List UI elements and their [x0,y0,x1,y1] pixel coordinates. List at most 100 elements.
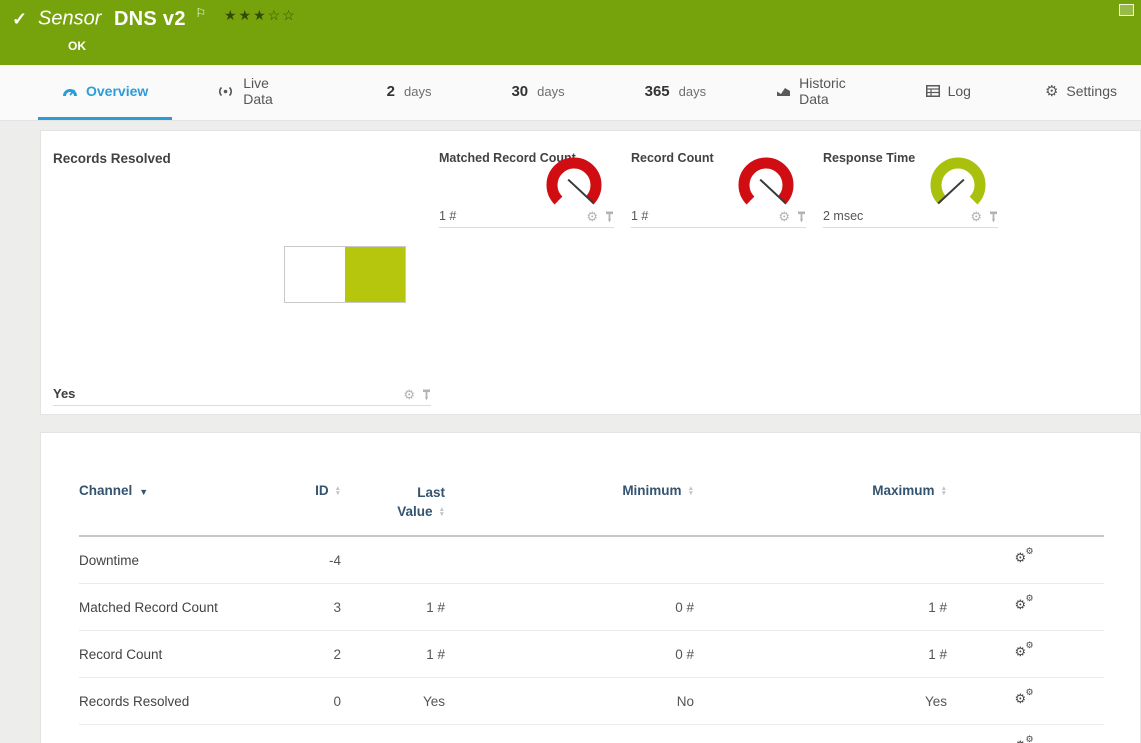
tab-2-days[interactable]: 2 days [363,65,456,120]
tab-historic-data[interactable]: Historic Data [752,65,879,120]
table-row-record-count: Record Count 2 1 # 0 # 1 # ⚙⚙ [79,631,1104,678]
gear-icon: ⚙ [1026,735,1034,743]
sort-icon[interactable]: ▲▼ [439,507,445,517]
pin-icon[interactable] [797,211,806,223]
table-row-matched-record-count: Matched Record Count 3 1 # 0 # 1 # ⚙⚙ [79,584,1104,631]
channel-settings-button[interactable]: ⚙⚙ [1015,738,1037,743]
live-signal-icon [216,85,235,98]
column-header-minimum[interactable]: Minimum▲▼ [445,477,694,536]
cell-id: -4 [279,536,341,584]
cell-id: 1 [279,725,341,743]
gauge-value: 1 # [439,209,456,223]
boolean-chart-fill [345,247,405,302]
tab-overview[interactable]: Overview [38,65,172,120]
cell-channel: Matched Record Count [79,584,279,631]
table-row-response-time: Response Time 1 2 msec 0 msec 237 msec ⚙… [79,725,1104,743]
column-header-settings [947,477,1104,536]
gear-icon[interactable]: ⚙ [778,211,790,223]
gauge-dial [734,155,798,215]
tab-live-data[interactable]: Live Data [192,65,306,120]
tab-label-number: 365 [645,83,670,100]
table-row-downtime: Downtime -4 ⚙⚙ [79,536,1104,584]
tab-settings[interactable]: ⚙ Settings [1021,65,1141,120]
app-header: ✓ Sensor DNS v2 ⚐ ★★★☆☆ OK [0,0,1141,65]
cell-minimum [445,536,694,584]
cell-maximum: 1 # [694,631,947,678]
cell-id: 3 [279,584,341,631]
cell-channel: Downtime [79,536,279,584]
channel-settings-button[interactable]: ⚙⚙ [1015,644,1037,661]
table-row-records-resolved: Records Resolved 0 Yes No Yes ⚙⚙ [79,678,1104,725]
tab-log[interactable]: Log [902,65,995,120]
gear-icon: ⚙ [1015,645,1027,658]
channel-table-panel: Channel▼ ID▲▼ Last Value▲▼ Minim [40,432,1141,743]
flag-icon[interactable]: ⚐ [195,6,206,20]
tab-30-days[interactable]: 30 days [487,65,588,120]
gear-icon: ⚙ [1015,739,1027,743]
sort-icon[interactable]: ▲▼ [688,486,694,496]
corner-window-icon[interactable] [1119,4,1134,16]
sensor-title: Sensor DNS v2 ⚐ [38,6,206,31]
gear-icon: ⚙ [1026,547,1034,556]
gauge-dial [542,155,606,215]
cell-last-value: 2 msec [341,725,445,743]
sort-icon[interactable]: ▲▼ [335,486,341,496]
tab-label-unit: days [404,84,431,99]
cell-maximum: 237 msec [694,725,947,743]
cell-minimum: 0 # [445,584,694,631]
widget-value: Yes [53,386,75,401]
status-check-icon: ✓ [12,9,27,30]
gauge-widget-record-count: Record Count 1 # ⚙ [631,151,806,228]
cell-channel: Records Resolved [79,678,279,725]
column-header-id[interactable]: ID▲▼ [279,477,341,536]
gauge-value: 1 # [631,209,648,223]
gauge-widget-response-time: Response Time 2 msec ⚙ [823,151,998,228]
cell-last-value: 1 # [341,631,445,678]
tab-bar: Overview Live Data 2 days 30 days 365 da… [0,65,1141,121]
priority-star-rating[interactable]: ★★★☆☆ [224,7,297,24]
boolean-mini-chart [284,246,406,303]
pin-icon[interactable] [989,211,998,223]
tab-label-unit: days [679,84,706,99]
cell-channel: Record Count [79,631,279,678]
widget-footer: Yes ⚙ [53,386,431,406]
tab-label: Overview [86,83,148,99]
gear-icon: ⚙ [1026,594,1034,603]
tab-label: Log [948,83,971,99]
cell-maximum: Yes [694,678,947,725]
cell-last-value: 1 # [341,584,445,631]
sort-icon[interactable]: ▲▼ [941,486,947,496]
cell-minimum: 0 msec [445,725,694,743]
gear-icon: ⚙ [1015,598,1027,611]
cell-last-value [341,536,445,584]
prtg-sensor-page: ✓ Sensor DNS v2 ⚐ ★★★☆☆ OK Overview Live… [0,0,1141,743]
pin-icon[interactable] [605,211,614,223]
column-header-maximum[interactable]: Maximum▲▼ [694,477,947,536]
gauge-icon [62,85,78,98]
pin-icon[interactable] [422,389,431,401]
channel-settings-button[interactable]: ⚙⚙ [1015,597,1037,614]
channel-table: Channel▼ ID▲▼ Last Value▲▼ Minim [79,477,1104,743]
gauge-dial [926,155,990,215]
cell-id: 2 [279,631,341,678]
sensor-name: DNS v2 [114,8,186,30]
log-table-icon [926,85,940,97]
sorted-desc-icon[interactable]: ▼ [139,487,148,497]
gear-icon[interactable]: ⚙ [586,211,598,223]
gear-icon: ⚙ [1026,641,1034,650]
gauge-value: 2 msec [823,209,863,223]
tab-label: Live Data [243,75,282,107]
gear-icon: ⚙ [1045,82,1058,100]
gear-icon[interactable]: ⚙ [403,389,415,401]
channel-settings-button[interactable]: ⚙⚙ [1015,550,1037,567]
widget-footer: 2 msec ⚙ [823,209,998,228]
sensor-type-label: Sensor [38,8,101,30]
tab-365-days[interactable]: 365 days [621,65,731,120]
cell-last-value: Yes [341,678,445,725]
gear-icon[interactable]: ⚙ [970,211,982,223]
cell-minimum: No [445,678,694,725]
channel-settings-button[interactable]: ⚙⚙ [1015,691,1037,708]
column-header-channel[interactable]: Channel▼ [79,477,279,536]
overview-gauges-panel: Records Resolved Yes ⚙ Matched Record Co… [40,130,1141,415]
column-header-last-value[interactable]: Last Value▲▼ [341,477,445,536]
